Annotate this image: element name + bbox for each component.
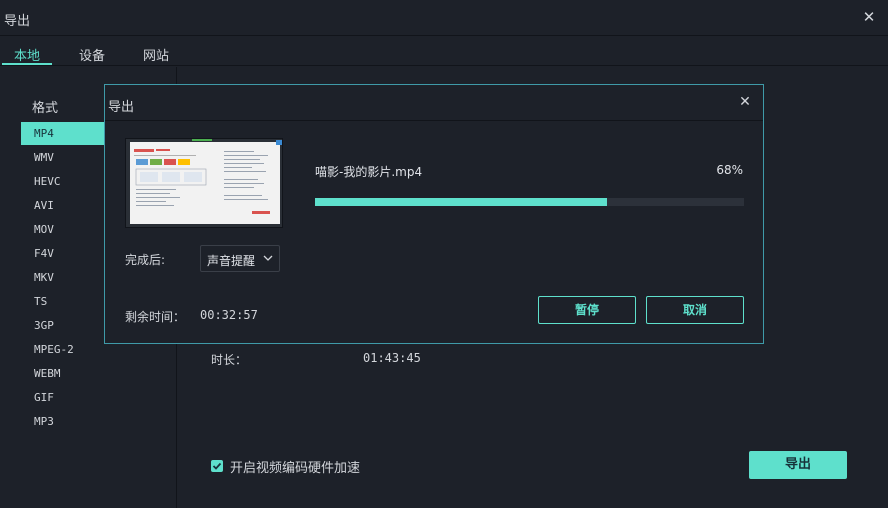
tab-device[interactable]: 设备 [79, 45, 105, 64]
export-tabs: 本地 设备 网站 [0, 36, 888, 66]
progress-bar-fill [315, 198, 607, 206]
title-bar: 导出 ✕ [0, 0, 888, 36]
window-title: 导出 [4, 14, 31, 29]
tab-website[interactable]: 网站 [143, 45, 169, 64]
format-item-ts[interactable]: TS [21, 290, 105, 313]
export-file-name: 喵影-我的影片.mp4 [315, 165, 423, 179]
format-heading: 格式 [32, 101, 59, 116]
format-item-mov[interactable]: MOV [21, 218, 105, 241]
after-completion-select[interactable]: 声音提醒 [200, 245, 280, 272]
dialog-header: 导出 ✕ [105, 85, 763, 121]
pause-button[interactable]: 暂停 [538, 296, 636, 324]
after-completion-value: 声音提醒 [207, 254, 256, 268]
format-item-hevc[interactable]: HEVC [21, 170, 105, 193]
after-completion-label: 完成后: [125, 253, 166, 267]
checkmark-icon [212, 462, 222, 470]
format-item-f4v[interactable]: F4V [21, 242, 105, 265]
progress-percent: 68% [716, 163, 743, 177]
remaining-time-label: 剩余时间： [125, 310, 186, 324]
close-icon[interactable]: ✕ [737, 94, 753, 110]
format-item-mp4[interactable]: MP4 [21, 122, 105, 145]
format-item-mpeg2[interactable]: MPEG-2 [21, 338, 105, 361]
progress-bar [315, 198, 744, 206]
format-item-webm[interactable]: WEBM [21, 362, 105, 385]
format-item-avi[interactable]: AVI [21, 194, 105, 217]
duration-label: 时长： [211, 353, 248, 367]
chevron-down-icon [263, 255, 273, 261]
export-progress-dialog: 导出 ✕ 喵影-我的影片.mp4 68% 完成后: 声音提醒 剩余时间： 00:… [104, 84, 764, 344]
format-item-gif[interactable]: GIF [21, 386, 105, 409]
hardware-accel-label: 开启视频编码硬件加速 [230, 461, 361, 476]
format-item-mkv[interactable]: MKV [21, 266, 105, 289]
hardware-accel-checkbox[interactable] [211, 460, 223, 472]
video-thumbnail [125, 138, 283, 228]
close-icon[interactable]: ✕ [860, 8, 878, 26]
dialog-title: 导出 [108, 100, 135, 115]
active-tab-indicator [2, 63, 52, 65]
thumbnail-image [126, 139, 282, 227]
duration-value: 01:43:45 [363, 351, 421, 365]
format-item-mp3[interactable]: MP3 [21, 410, 105, 433]
format-item-3gp[interactable]: 3GP [21, 314, 105, 337]
format-item-wmv[interactable]: WMV [21, 146, 105, 169]
cancel-button[interactable]: 取消 [646, 296, 744, 324]
tab-local[interactable]: 本地 [14, 45, 40, 64]
export-button[interactable]: 导出 [749, 451, 847, 479]
remaining-time-value: 00:32:57 [200, 308, 258, 322]
